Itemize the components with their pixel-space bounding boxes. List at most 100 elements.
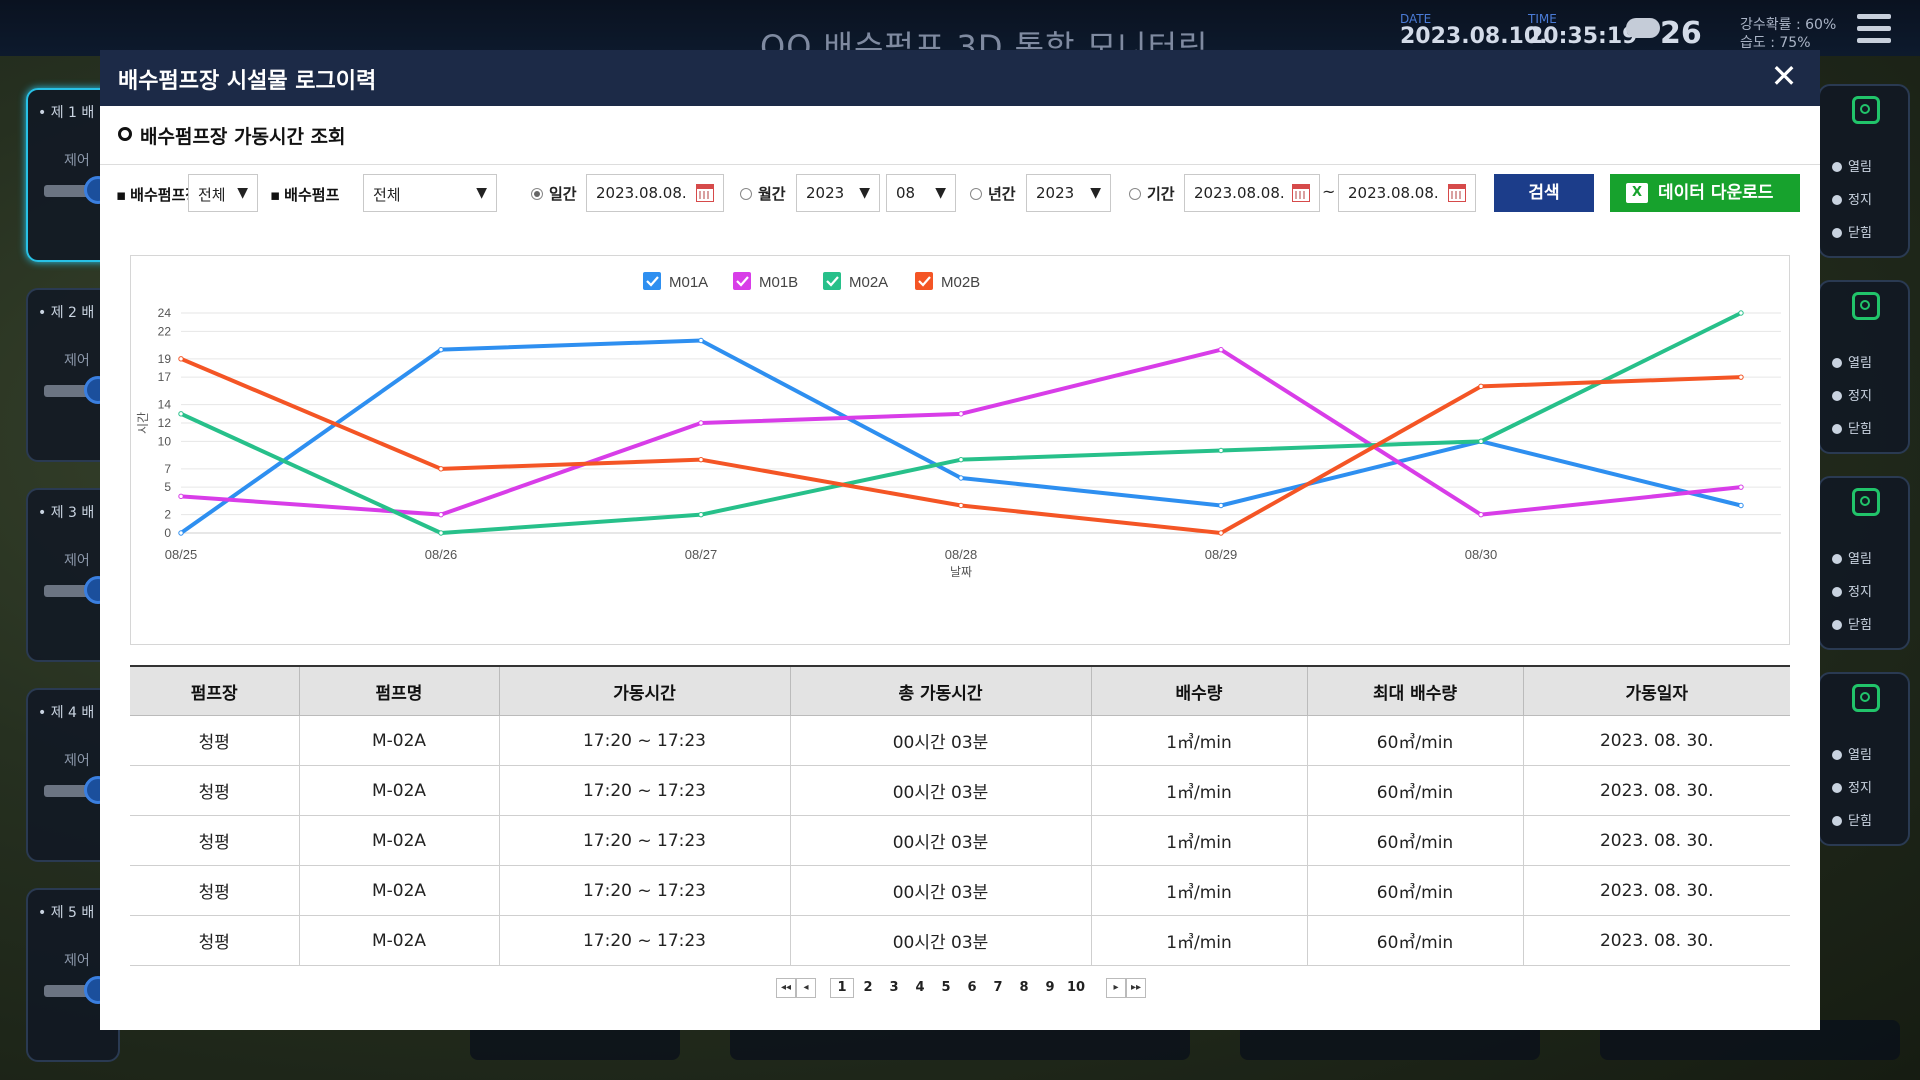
monthly-year-select[interactable]: 2023 ▼ xyxy=(796,174,880,212)
search-button[interactable]: 검색 xyxy=(1494,174,1594,212)
radio-unchecked-icon xyxy=(740,188,752,200)
page-number[interactable]: 6 xyxy=(960,979,984,997)
pump-control-card: 열림정지닫힘 xyxy=(1818,672,1910,846)
checkbox-checked-icon[interactable] xyxy=(733,272,751,290)
daily-radio[interactable]: 일간 xyxy=(531,183,577,204)
download-button[interactable]: X 데이터 다운로드 xyxy=(1610,174,1800,212)
page-number[interactable]: 5 xyxy=(934,979,958,997)
y-tick-label: 10 xyxy=(158,434,172,448)
table-cell: 17:20 ~ 17:23 xyxy=(498,915,790,966)
yearly-radio[interactable]: 년간 xyxy=(970,183,1016,204)
checkbox-checked-icon[interactable] xyxy=(915,272,933,290)
cloud-icon xyxy=(1626,18,1660,38)
table-cell: 60㎥/min xyxy=(1306,715,1523,766)
close-icon[interactable]: ✕ xyxy=(1766,58,1802,94)
pump-select-value: 전체 xyxy=(373,186,401,204)
yearly-year-select[interactable]: 2023 ▼ xyxy=(1026,174,1111,212)
x-tick-label: 08/30 xyxy=(1465,547,1498,562)
calendar-icon[interactable] xyxy=(1448,184,1466,202)
page-number[interactable]: 7 xyxy=(986,979,1010,997)
y-tick-label: 12 xyxy=(158,416,172,430)
control-0-button[interactable]: 열림 xyxy=(1832,352,1872,371)
table-cell: 17:20 ~ 17:23 xyxy=(498,765,790,816)
period-end-value: 2023.08.08. xyxy=(1348,184,1439,202)
period-start-input[interactable]: 2023.08.08. xyxy=(1184,174,1320,212)
date-value: 2023.08.10. xyxy=(1400,24,1548,49)
data-point xyxy=(1738,484,1744,490)
table-header-row: 펌프장 펌프명 가동시간 총 가동시간 배수량 최대 배수량 가동일자 xyxy=(130,665,1790,716)
checkbox-checked-icon[interactable] xyxy=(823,272,841,290)
table-row[interactable]: 청평 M-02A 17:20 ~ 17:23 00시간 03분 1㎥/min 60㎥/mi… xyxy=(130,865,1790,916)
control-2-button[interactable]: 닫힘 xyxy=(1832,418,1872,437)
period-radio[interactable]: 기간 xyxy=(1129,183,1175,204)
status-indicator-icon xyxy=(1852,684,1880,712)
data-point xyxy=(1218,530,1224,536)
legend-item-m02b[interactable]: M02B xyxy=(915,272,980,291)
daily-date-value: 2023.08.08. xyxy=(596,184,687,202)
table-cell: 17:20 ~ 17:23 xyxy=(498,865,790,916)
table-row[interactable]: 청평 M-02A 17:20 ~ 17:23 00시간 03분 1㎥/min 60㎥/mi… xyxy=(130,815,1790,866)
page-number[interactable]: 4 xyxy=(908,979,932,997)
download-button-label: 데이터 다운로드 xyxy=(1658,183,1774,203)
data-point xyxy=(1478,383,1484,390)
column-header: 펌프장 xyxy=(130,665,299,716)
control-0-button[interactable]: 열림 xyxy=(1832,156,1872,175)
daily-date-input[interactable]: 2023.08.08. xyxy=(586,174,724,212)
data-point xyxy=(438,346,444,353)
station-select-value: 전체 xyxy=(198,186,226,204)
page-number[interactable]: 9 xyxy=(1038,979,1062,997)
prev-page-icon[interactable]: ◂ xyxy=(796,978,816,998)
data-point xyxy=(438,530,444,536)
data-point xyxy=(698,337,704,344)
page-number[interactable]: 8 xyxy=(1012,979,1036,997)
table-cell: 청평 xyxy=(130,915,299,966)
calendar-icon[interactable] xyxy=(696,184,714,202)
control-2-button[interactable]: 닫힘 xyxy=(1832,810,1872,829)
next-page-icon[interactable]: ▸ xyxy=(1106,978,1126,998)
page-number[interactable]: 1 xyxy=(830,978,854,998)
table-cell: M-02A xyxy=(298,765,499,816)
table-cell: M-02A xyxy=(298,815,499,866)
temperature: 26 xyxy=(1660,16,1702,51)
calendar-icon[interactable] xyxy=(1292,184,1310,202)
menu-icon[interactable] xyxy=(1857,14,1891,50)
x-tick-label: 08/25 xyxy=(165,547,198,562)
control-1-button[interactable]: 정지 xyxy=(1832,581,1872,600)
page-number[interactable]: 3 xyxy=(882,979,906,997)
table-row[interactable]: 청평 M-02A 17:20 ~ 17:23 00시간 03분 1㎥/min 60㎥/mi… xyxy=(130,715,1790,766)
section-title-text: 배수펌프장 가동시간 조회 xyxy=(140,126,346,148)
legend-item-m02a[interactable]: M02A xyxy=(823,272,888,291)
control-2-button[interactable]: 닫힘 xyxy=(1832,222,1872,241)
control-0-button[interactable]: 열림 xyxy=(1832,744,1872,763)
data-point xyxy=(1218,447,1224,454)
page-number[interactable]: 10 xyxy=(1064,979,1088,997)
modal-header: 배수펌프장 시설물 로그이력 ✕ xyxy=(100,50,1820,106)
period-start-value: 2023.08.08. xyxy=(1194,184,1285,202)
checkbox-checked-icon[interactable] xyxy=(643,272,661,290)
pump-select[interactable]: 전체 ▼ xyxy=(363,174,497,212)
data-point xyxy=(698,420,704,426)
control-1-button[interactable]: 정지 xyxy=(1832,385,1872,404)
last-page-icon[interactable]: ▸▸ xyxy=(1126,978,1146,998)
table-row[interactable]: 청평 M-02A 17:20 ~ 17:23 00시간 03분 1㎥/min 60㎥/mi… xyxy=(130,765,1790,816)
monthly-month-select[interactable]: 08 ▼ xyxy=(886,174,956,212)
station-select[interactable]: 전체 ▼ xyxy=(188,174,258,212)
first-page-icon[interactable]: ◂◂ xyxy=(776,978,796,998)
control-1-button[interactable]: 정지 xyxy=(1832,189,1872,208)
chevron-down-icon: ▼ xyxy=(237,185,248,201)
monthly-radio[interactable]: 월간 xyxy=(740,183,786,204)
x-tick-label: 08/29 xyxy=(1205,547,1238,562)
range-tilde: ~ xyxy=(1322,182,1336,201)
control-0-button[interactable]: 열림 xyxy=(1832,548,1872,567)
legend-item-m01a[interactable]: M01A xyxy=(643,272,708,291)
page-number[interactable]: 2 xyxy=(856,979,880,997)
control-1-button[interactable]: 정지 xyxy=(1832,777,1872,796)
data-point xyxy=(958,475,964,481)
table-row[interactable]: 청평 M-02A 17:20 ~ 17:23 00시간 03분 1㎥/min 60㎥/mi… xyxy=(130,915,1790,966)
control-2-button[interactable]: 닫힘 xyxy=(1832,614,1872,633)
period-end-input[interactable]: 2023.08.08. xyxy=(1338,174,1476,212)
chevron-down-icon: ▼ xyxy=(859,185,870,201)
section-title: 배수펌프장 가동시간 조회 xyxy=(118,122,346,149)
radio-unchecked-icon xyxy=(1129,188,1141,200)
legend-item-m01b[interactable]: M01B xyxy=(733,272,798,291)
